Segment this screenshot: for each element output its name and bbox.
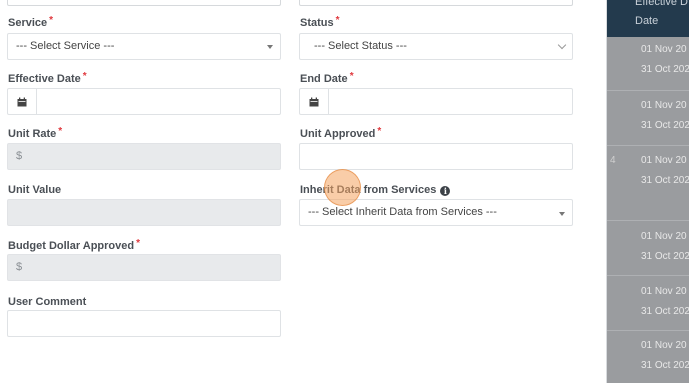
required-marker: * <box>377 126 382 137</box>
end-date-label: End Date * <box>300 71 354 85</box>
effective-date-label-text: Effective Date <box>8 73 81 85</box>
row-start-date: 01 Nov 20 <box>641 44 687 55</box>
chevron-down-icon <box>557 40 567 50</box>
required-marker: * <box>58 126 63 137</box>
required-marker: * <box>349 71 354 82</box>
calendar-icon[interactable] <box>300 89 329 114</box>
background-table: Effective D Date 01 Nov 20 31 Oct 202 01… <box>606 0 689 383</box>
status-select[interactable]: --- Select Status --- <box>299 33 573 60</box>
required-marker: * <box>49 15 54 26</box>
unit-value-input[interactable] <box>7 199 281 226</box>
unit-value-label: Unit Value <box>8 184 61 196</box>
row-divider <box>606 90 689 91</box>
inherit-data-select-value: --- Select Inherit Data from Services --… <box>308 206 497 218</box>
unit-approved-label: Unit Approved * <box>300 126 382 140</box>
info-icon[interactable]: i <box>440 186 451 196</box>
row-start-date: 01 Nov 20 <box>641 340 687 351</box>
budget-dollar-approved-label-text: Budget Dollar Approved <box>8 240 135 252</box>
service-select-value: --- Select Service --- <box>16 40 115 52</box>
row-divider <box>606 145 689 146</box>
row-end-date: 31 Oct 202 <box>641 251 689 262</box>
effective-date-input[interactable] <box>7 88 281 115</box>
row-divider <box>606 330 689 331</box>
budget-dollar-approved-input[interactable]: $ <box>7 254 281 281</box>
user-comment-label: User Comment <box>8 296 86 308</box>
row-start-date: 01 Nov 20 <box>641 286 687 297</box>
unit-value-label-text: Unit Value <box>8 184 62 196</box>
service-label-text: Service <box>8 17 48 29</box>
required-marker: * <box>82 71 87 82</box>
row-start-date: 01 Nov 20 <box>641 100 687 111</box>
caret-down-icon <box>559 212 565 216</box>
service-label: Service * <box>8 15 54 29</box>
background-table-header: Effective D Date <box>606 0 689 37</box>
previous-field-stub <box>299 0 573 6</box>
row-start-date: 01 Nov 20 <box>641 231 687 242</box>
caret-down-icon <box>267 45 273 49</box>
budget-dollar-approved-label: Budget Dollar Approved * <box>8 238 141 252</box>
end-date-label-text: End Date <box>300 73 348 85</box>
row-start-date: 01 Nov 20 <box>641 155 687 166</box>
status-select-value: --- Select Status --- <box>314 40 407 52</box>
end-date-input[interactable] <box>299 88 573 115</box>
row-end-date: 31 Oct 202 <box>641 306 689 317</box>
inherit-data-label: Inherit Data from Services i <box>300 184 451 196</box>
row-end-date: 31 Oct 202 <box>641 360 689 371</box>
unit-approved-label-text: Unit Approved <box>300 128 376 140</box>
calendar-icon[interactable] <box>8 89 37 114</box>
service-select[interactable]: --- Select Service --- <box>7 33 281 60</box>
previous-field-stub <box>7 0 281 6</box>
row-divider <box>606 220 689 221</box>
required-marker: * <box>335 15 340 26</box>
effective-date-label: Effective Date * <box>8 71 87 85</box>
unit-rate-label-text: Unit Rate <box>8 128 57 140</box>
header-date-label: Date <box>635 15 659 27</box>
header-effective-label: Effective D <box>635 0 688 8</box>
currency-prefix: $ <box>16 150 23 162</box>
currency-prefix: $ <box>16 261 23 273</box>
row-end-date: 31 Oct 202 <box>641 64 689 75</box>
user-comment-label-text: User Comment <box>8 296 87 308</box>
row-divider <box>606 275 689 276</box>
required-marker: * <box>136 238 141 249</box>
unit-rate-label: Unit Rate * <box>8 126 63 140</box>
click-indicator <box>324 169 361 206</box>
row-end-date: 31 Oct 202 <box>641 175 689 186</box>
user-comment-input[interactable] <box>7 310 281 337</box>
status-label-text: Status <box>300 17 334 29</box>
inherit-data-label-text: Inherit Data from Services <box>300 184 437 196</box>
row-marker: 4 <box>610 155 616 166</box>
row-end-date: 31 Oct 202 <box>641 120 689 131</box>
edit-form-panel: Service * --- Select Service --- Status * … <box>0 0 607 383</box>
unit-approved-input[interactable] <box>299 143 573 170</box>
status-label: Status * <box>300 15 340 29</box>
unit-rate-input[interactable]: $ <box>7 143 281 170</box>
